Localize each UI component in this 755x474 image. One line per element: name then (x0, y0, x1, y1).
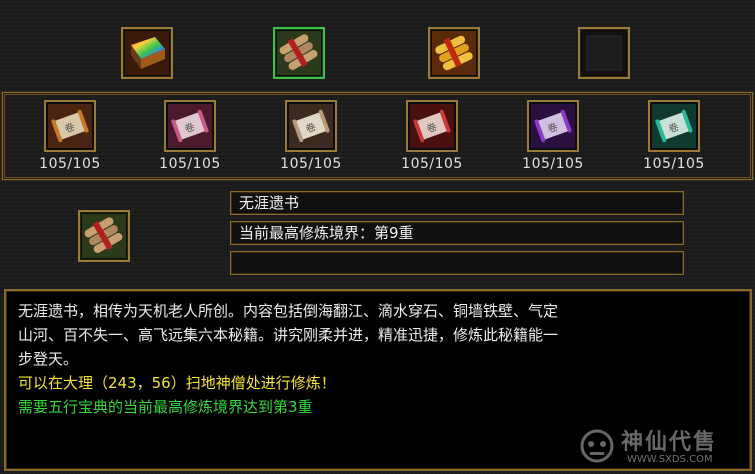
slot-golden-scroll-bundle[interactable] (428, 27, 480, 79)
skill-slot-6[interactable]: 卷 (648, 100, 700, 152)
golden-scroll-bundle-icon (432, 31, 476, 75)
top-frame (2, 0, 753, 86)
scroll-purple-icon: 卷 (531, 104, 575, 148)
training-location: 可以在大理（243，56）扫地神僧处进行修炼！ (18, 374, 336, 392)
description-line-2: 山河、百不失一、高飞远集六本秘籍。讲究刚柔并进，精准迅捷，修炼此秘籍能一 (18, 326, 559, 344)
description-line-1: 无涯遗书，相传为天机老人所创。内容包括倒海翻江、滴水穿石、铜墙铁壁、气定 (18, 302, 559, 320)
rainbow-book-icon (125, 31, 169, 75)
item-extra-field (230, 251, 684, 275)
slot-scroll-bundle[interactable] (273, 27, 325, 79)
skill-count-1: 105/105 (39, 156, 101, 172)
selected-item-slot[interactable] (78, 210, 130, 262)
description-line-3: 步登天。 (18, 350, 79, 368)
watermark-logo-icon (580, 429, 614, 463)
skill-count-3: 105/105 (280, 156, 342, 172)
watermark: 神仙代售 WWW.SXDS.COM (577, 422, 747, 472)
scroll-orange-icon: 卷 (48, 104, 92, 148)
watermark-url: WWW.SXDS.COM (627, 454, 713, 465)
skill-count-4: 105/105 (401, 156, 463, 172)
item-name-field: 无涯遗书 (230, 191, 684, 215)
scroll-teal-icon: 卷 (652, 104, 696, 148)
scroll-bundle-icon (82, 214, 126, 258)
scroll-bundle-icon (277, 31, 321, 75)
skill-count-2: 105/105 (159, 156, 221, 172)
training-requirement: 需要五行宝典的当前最高修炼境界达到第3重 (18, 398, 313, 416)
scroll-red-icon: 卷 (410, 104, 454, 148)
item-realm-field: 当前最高修炼境界：第9重 (230, 221, 684, 245)
slot-rainbow-book[interactable] (121, 27, 173, 79)
scroll-tan-icon: 卷 (289, 104, 333, 148)
empty-slot-icon (582, 31, 626, 75)
scroll-pink-icon: 卷 (168, 104, 212, 148)
skill-slot-4[interactable]: 卷 (406, 100, 458, 152)
skill-count-6: 105/105 (643, 156, 705, 172)
skill-slot-1[interactable]: 卷 (44, 100, 96, 152)
skill-count-5: 105/105 (522, 156, 584, 172)
skill-slot-5[interactable]: 卷 (527, 100, 579, 152)
skill-slot-2[interactable]: 卷 (164, 100, 216, 152)
slot-empty[interactable] (578, 27, 630, 79)
skill-slot-3[interactable]: 卷 (285, 100, 337, 152)
watermark-title: 神仙代售 (621, 429, 718, 455)
